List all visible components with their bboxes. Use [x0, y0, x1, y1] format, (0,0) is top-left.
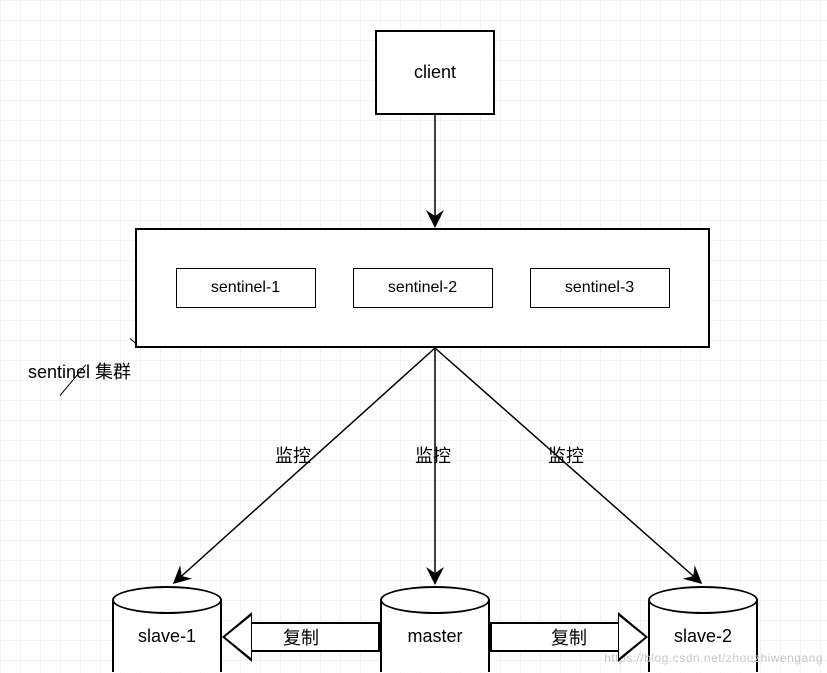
- client-label: client: [414, 62, 456, 83]
- replicate-arrow-right: 复制: [490, 612, 648, 662]
- client-node: client: [375, 30, 495, 115]
- sentinel-2-label: sentinel-2: [388, 279, 457, 297]
- master-label: master: [407, 626, 462, 647]
- sentinel-3-label: sentinel-3: [565, 279, 634, 297]
- sentinel-cluster: sentinel-1 sentinel-2 sentinel-3: [135, 228, 710, 348]
- edge-monitor-3: 监控: [548, 442, 584, 468]
- edge-monitor-2: 监控: [415, 442, 451, 468]
- replicate-arrow-left: 复制: [222, 612, 380, 662]
- edge-monitor-1: 监控: [275, 442, 311, 468]
- replicate-label-right: 复制: [551, 624, 587, 650]
- sentinel-3-node: sentinel-3: [530, 268, 670, 308]
- slave-2-label: slave-2: [674, 626, 732, 647]
- replicate-label-left: 复制: [283, 624, 319, 650]
- sentinel-2-node: sentinel-2: [353, 268, 493, 308]
- sentinel-1-node: sentinel-1: [176, 268, 316, 308]
- slave-1-label: slave-1: [138, 626, 196, 647]
- sentinel-1-label: sentinel-1: [211, 279, 280, 297]
- slave-1-node: slave-1: [112, 600, 222, 672]
- master-node: master: [380, 600, 490, 672]
